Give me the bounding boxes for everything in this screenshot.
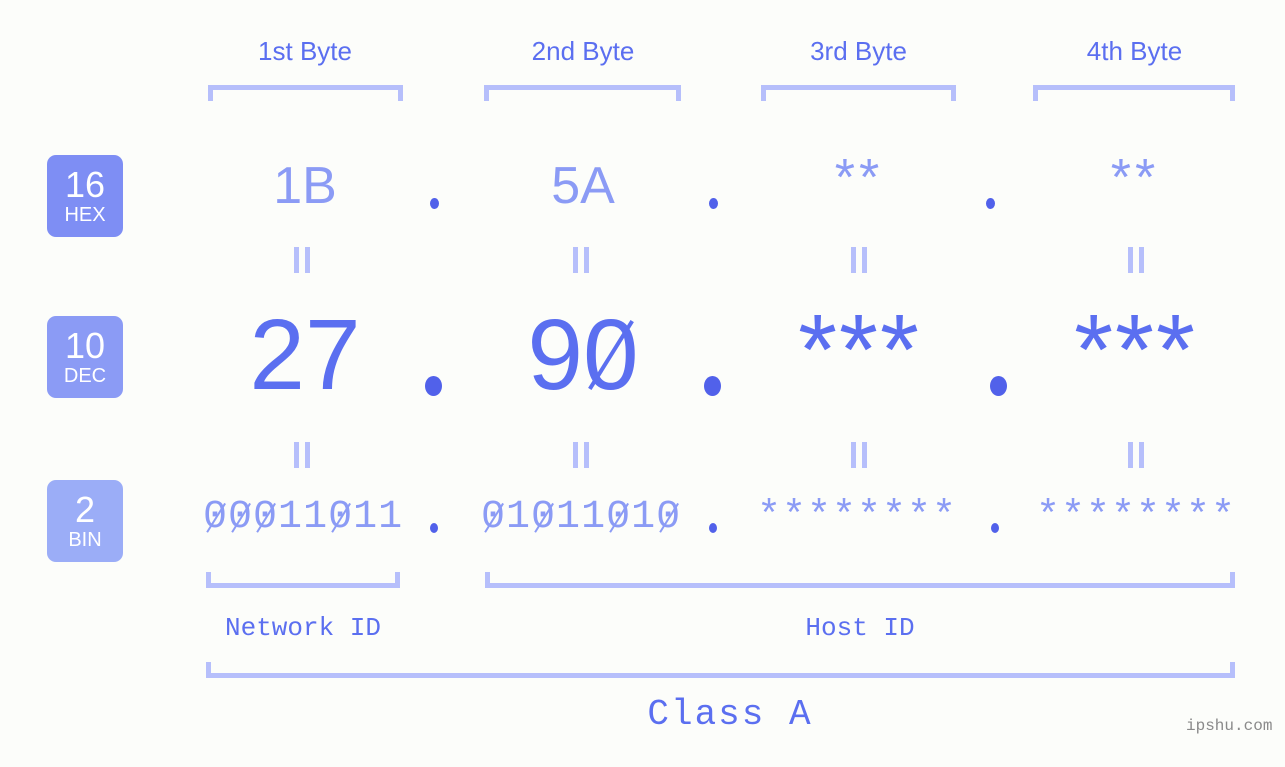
byte-header-1: 1st Byte <box>258 36 352 66</box>
dec-byte-4: *** <box>1074 294 1197 406</box>
hex-byte-2: 5A <box>551 157 615 215</box>
base-badge-bin-number: 2 <box>74 489 96 530</box>
hex-separator-dot-3 <box>986 198 995 209</box>
dec-separator-dot-2 <box>704 376 721 396</box>
byte-header-2: 2nd Byte <box>531 36 635 66</box>
equals-mark-hex-dec-1 <box>294 247 310 273</box>
equals-mark-hex-dec-3 <box>851 247 867 273</box>
byte-bracket-3 <box>761 85 956 101</box>
bin-separator-dot-3 <box>991 523 999 533</box>
base-badge-hex-abbr: HEX <box>64 204 106 226</box>
bin-byte-2: 01011010 <box>481 495 682 540</box>
byte-header-4: 4th Byte <box>1086 36 1183 66</box>
equals-mark-dec-bin-3 <box>851 442 867 468</box>
hex-byte-3: ** <box>834 149 884 207</box>
base-badge-dec-abbr: DEC <box>63 365 107 387</box>
bin-separator-dot-1 <box>430 523 438 533</box>
class-label: Class A <box>647 694 813 735</box>
site-watermark: ipshu.com <box>1186 717 1273 735</box>
equals-mark-dec-bin-4 <box>1128 442 1144 468</box>
network-id-label: Network ID <box>224 613 382 643</box>
equals-mark-hex-dec-2 <box>573 247 589 273</box>
class-bracket <box>206 662 1235 678</box>
hex-byte-1: 1B <box>273 157 337 215</box>
equals-mark-dec-bin-1 <box>294 442 310 468</box>
base-badge-bin-abbr: BIN <box>68 529 102 551</box>
dec-separator-dot-3 <box>990 376 1007 396</box>
base-badge-bin: 2 BIN <box>47 480 123 562</box>
bin-byte-3: ******** <box>757 495 958 540</box>
network-id-bracket <box>206 572 400 588</box>
host-id-label: Host ID <box>805 613 915 643</box>
dec-separator-dot-1 <box>425 376 442 396</box>
byte-bracket-2 <box>484 85 681 101</box>
equals-mark-hex-dec-4 <box>1128 247 1144 273</box>
base-badge-dec-number: 10 <box>64 325 106 366</box>
hex-separator-dot-2 <box>709 198 718 209</box>
byte-bracket-4 <box>1033 85 1235 101</box>
bin-byte-4: ******** <box>1036 495 1237 540</box>
byte-bracket-1 <box>208 85 403 101</box>
host-id-bracket <box>485 572 1235 588</box>
equals-mark-dec-bin-2 <box>573 442 589 468</box>
bin-separator-dot-2 <box>709 523 717 533</box>
hex-byte-4: ** <box>1110 149 1160 207</box>
hex-separator-dot-1 <box>430 198 439 209</box>
dec-byte-2: 90 <box>527 299 639 411</box>
base-badge-hex: 16 HEX <box>47 155 123 237</box>
ip-byte-breakdown-diagram: 1st Byte 2nd Byte 3rd Byte 4th Byte 16 H… <box>0 0 1285 767</box>
bin-byte-1: 00011011 <box>203 495 404 540</box>
dec-byte-3: *** <box>798 294 921 406</box>
base-badge-dec: 10 DEC <box>47 316 123 398</box>
dec-byte-1: 27 <box>249 299 361 411</box>
base-badge-hex-number: 16 <box>64 164 106 205</box>
byte-header-3: 3rd Byte <box>810 36 907 66</box>
